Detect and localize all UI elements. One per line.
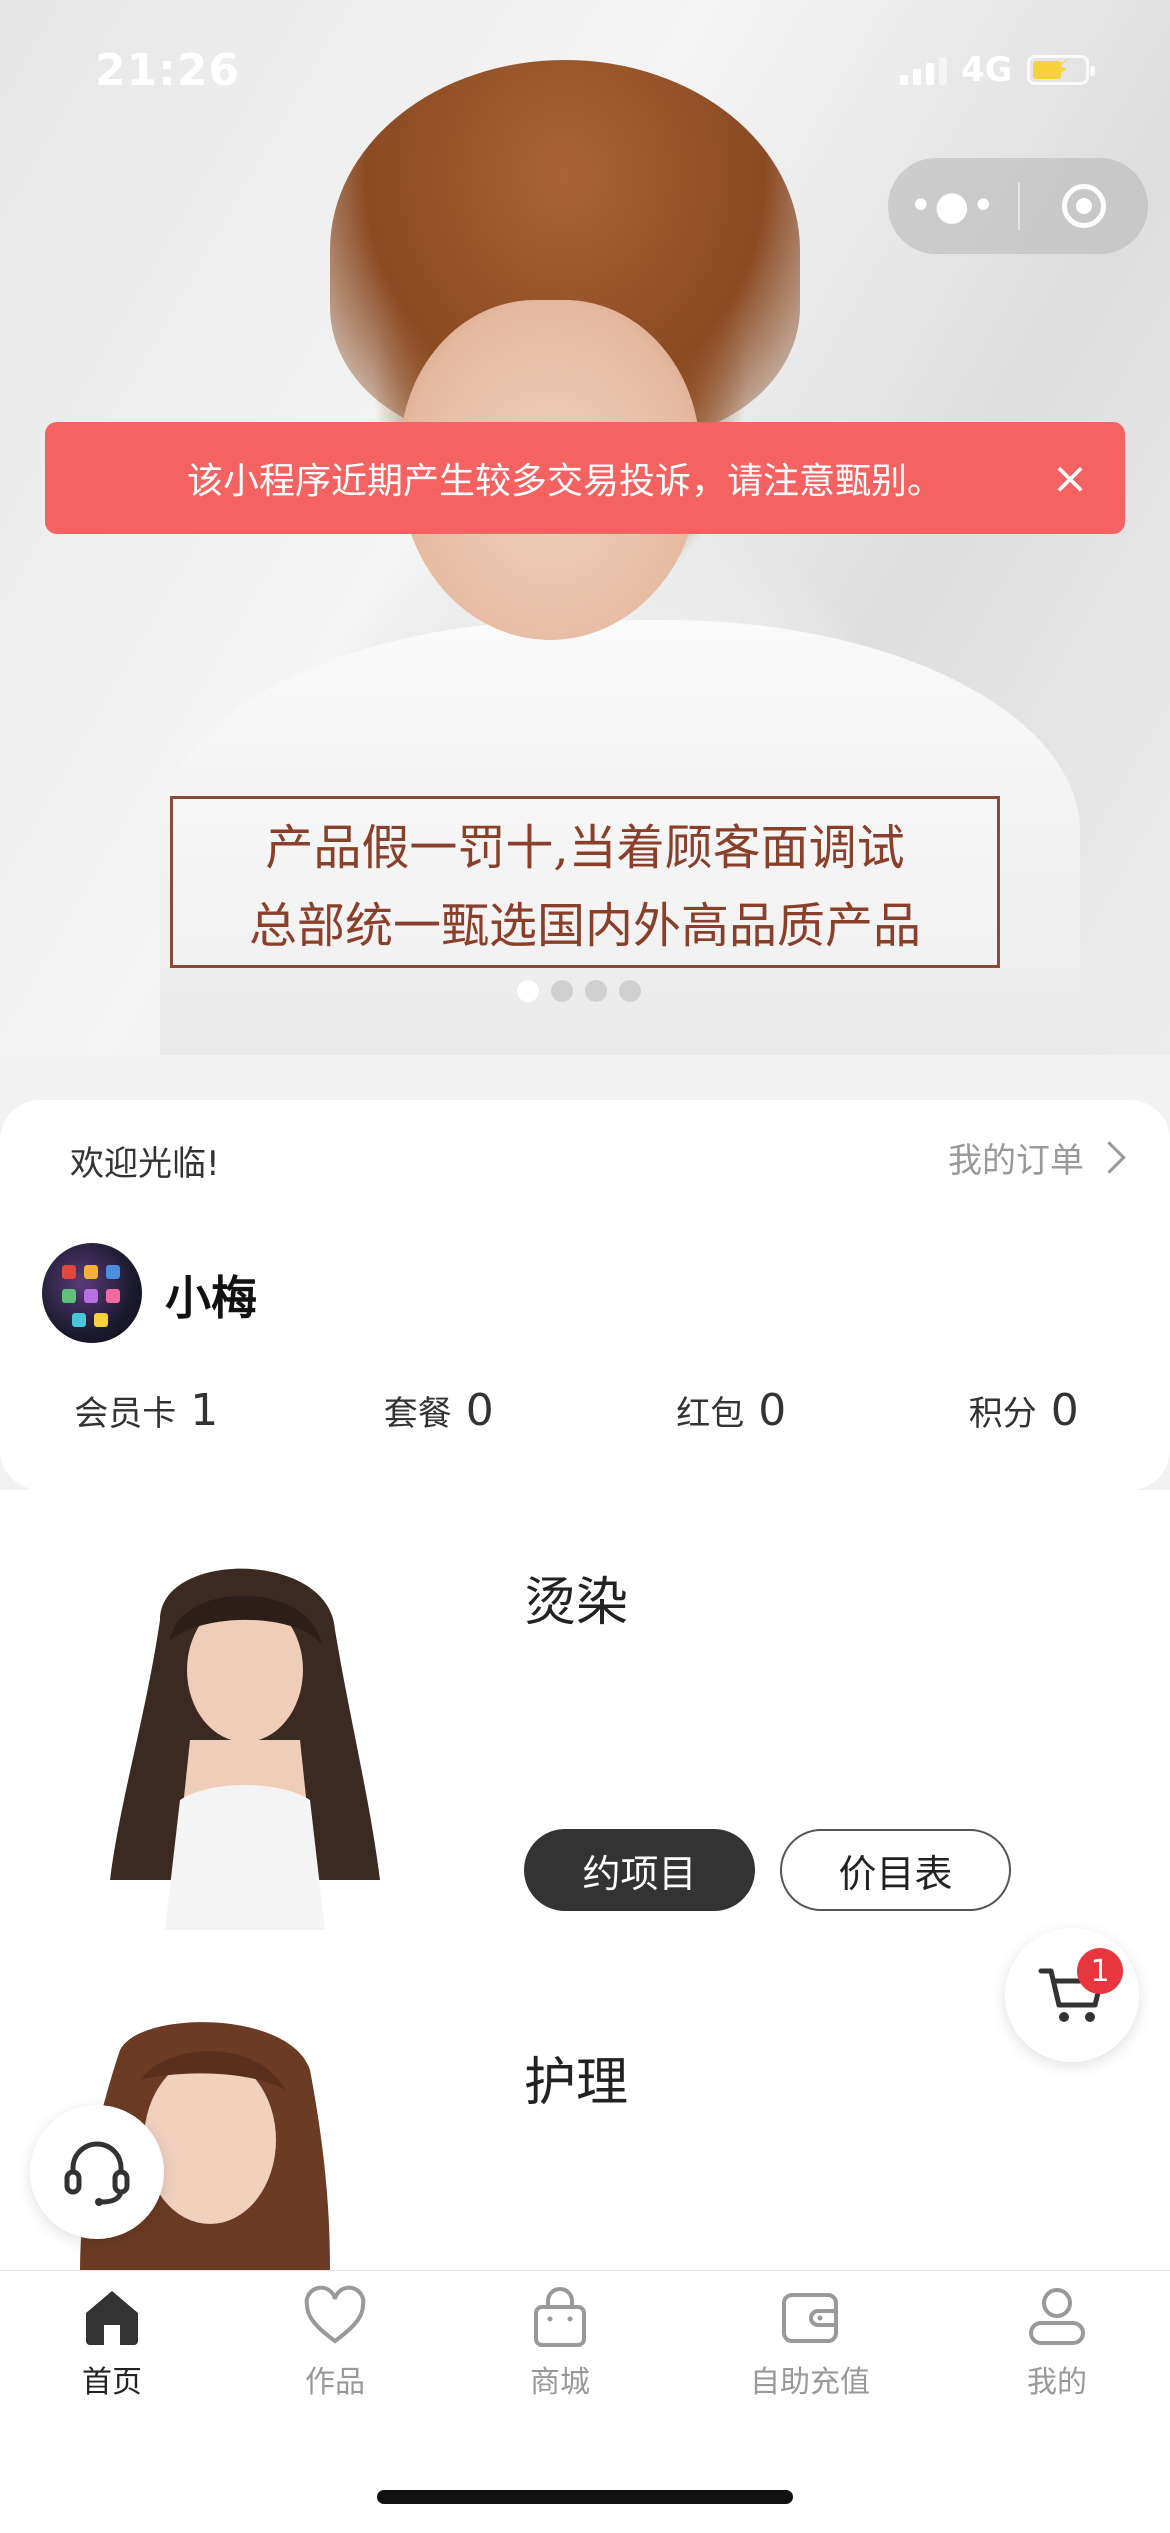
- tab-home[interactable]: 首页: [32, 2285, 192, 2401]
- stat-label: 会员卡: [74, 1386, 176, 1435]
- tab-label: 商城: [530, 2357, 590, 2401]
- tab-works[interactable]: 作品: [255, 2285, 415, 2401]
- status-indicators: 4G ⚡: [900, 50, 1089, 90]
- miniprogram-capsule: •●•: [888, 158, 1148, 254]
- network-type: 4G: [961, 50, 1013, 90]
- carousel-dot[interactable]: [517, 980, 539, 1002]
- tab-self-recharge[interactable]: 自助充值: [730, 2285, 890, 2401]
- stat-points[interactable]: 积分 0: [878, 1385, 1170, 1436]
- stat-value: 0: [1051, 1385, 1079, 1436]
- stat-value: 0: [466, 1385, 494, 1436]
- close-miniprogram-icon[interactable]: [1020, 184, 1148, 228]
- stat-member-card[interactable]: 会员卡 1: [0, 1385, 293, 1436]
- customer-service-button[interactable]: [30, 2105, 164, 2239]
- cart-count-badge: 1: [1077, 1948, 1123, 1994]
- home-indicator: [377, 2490, 793, 2504]
- carousel-dot[interactable]: [619, 980, 641, 1002]
- stat-package[interactable]: 套餐 0: [293, 1385, 586, 1436]
- price-list-button[interactable]: 价目表: [780, 1829, 1011, 1911]
- my-orders-link[interactable]: 我的订单: [948, 1133, 1121, 1182]
- stat-label: 套餐: [384, 1386, 452, 1435]
- tab-mine[interactable]: 我的: [977, 2285, 1137, 2401]
- book-service-button[interactable]: 约项目: [524, 1829, 755, 1911]
- welcome-text: 欢迎光临!: [70, 1136, 220, 1185]
- stat-label: 红包: [676, 1386, 744, 1435]
- more-icon[interactable]: •●•: [888, 183, 1018, 229]
- banner-slogan-box: 产品假一罚十,当着顾客面调试 总部统一甄选国内外高品质产品: [170, 796, 1000, 968]
- carousel-dot[interactable]: [551, 980, 573, 1002]
- slogan-line-1: 产品假一罚十,当着顾客面调试: [265, 808, 904, 878]
- stat-label: 积分: [969, 1386, 1037, 1435]
- slogan-line-2: 总部统一甄选国内外高品质产品: [249, 886, 921, 956]
- battery-icon: ⚡: [1027, 55, 1089, 85]
- tab-label: 自助充值: [750, 2357, 870, 2401]
- carousel-indicator: [517, 980, 641, 1002]
- warning-text: 该小程序近期产生较多交易投诉，请注意甄别。: [45, 452, 1015, 504]
- service-photo-perm-dye[interactable]: [50, 1540, 440, 1930]
- close-icon[interactable]: ×: [1015, 453, 1125, 504]
- shopping-bag-icon: [528, 2285, 592, 2349]
- headset-icon: [59, 2134, 135, 2210]
- carousel-dot[interactable]: [585, 980, 607, 1002]
- complaint-warning-banner: 该小程序近期产生较多交易投诉，请注意甄别。 ×: [45, 422, 1125, 534]
- tab-mall[interactable]: 商城: [480, 2285, 640, 2401]
- wallet-icon: [778, 2285, 842, 2349]
- cart-button[interactable]: [1005, 1928, 1139, 2062]
- stat-red-packet[interactable]: 红包 0: [585, 1385, 878, 1436]
- stat-value: 1: [190, 1385, 218, 1436]
- stat-value: 0: [758, 1385, 786, 1436]
- status-time: 21:26: [95, 45, 240, 96]
- home-icon: [80, 2285, 144, 2349]
- username: 小梅: [165, 1262, 257, 1328]
- my-orders-label: 我的订单: [948, 1133, 1084, 1182]
- chevron-right-icon: [1093, 1141, 1126, 1174]
- avatar[interactable]: [42, 1243, 142, 1343]
- heart-icon: [303, 2285, 367, 2349]
- tab-label: 作品: [305, 2357, 365, 2401]
- service-title: 护理: [524, 2040, 628, 2115]
- user-icon: [1025, 2285, 1089, 2349]
- service-title: 烫染: [524, 1560, 628, 1635]
- tab-label: 我的: [1027, 2357, 1087, 2401]
- signal-icon: [900, 55, 947, 85]
- member-stats: 会员卡 1 套餐 0 红包 0 积分 0: [0, 1385, 1170, 1436]
- tab-label: 首页: [82, 2357, 142, 2401]
